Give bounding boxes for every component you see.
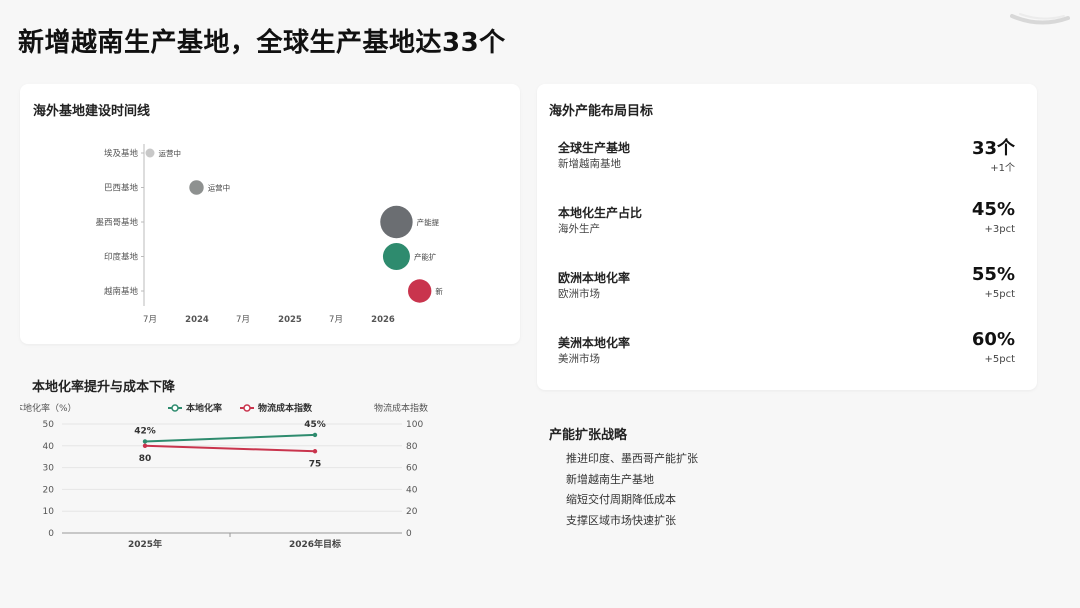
timeline-row-label: 巴西基地 [104, 183, 139, 194]
metric-label: 欧洲本地化率 [558, 271, 631, 285]
y-left-tick-label: 0 [48, 529, 54, 539]
timeline-chart: 埃及基地巴西基地墨西哥基地印度基地越南基地 7月 2024 7月 2025 7月 2026 运… [95, 144, 443, 325]
metric-value: 60% [971, 329, 1015, 350]
timeline-bubble-label: 运营中 [208, 183, 231, 193]
metric-sub: 美洲市场 [558, 353, 600, 365]
corner-decoration [1010, 13, 1070, 25]
timeline-bubble-label: 运营中 [159, 148, 182, 158]
timeline-bubble [189, 180, 204, 195]
timeline-bubble-label: 产能扩 [414, 252, 437, 262]
data-point [312, 449, 318, 454]
y-left-tick-label: 40 [43, 442, 55, 452]
y-right-tick-label: 40 [406, 485, 418, 495]
y-axis-right-label: 物流成本指数 [374, 402, 428, 414]
metric-label: 美洲本地化率 [558, 336, 631, 350]
y-right-tick-label: 0 [406, 529, 412, 539]
legend-marker [171, 404, 179, 412]
timeline-bubble [380, 205, 413, 239]
data-label: 45% [304, 420, 326, 430]
metric-value: 55% [971, 264, 1015, 285]
timeline-bubble-label: 产能提 [417, 217, 440, 227]
data-label: 75 [309, 459, 322, 469]
y-left-tick-label: 10 [43, 507, 55, 517]
strategy-item: 支撑区域市场快速扩张 [566, 514, 676, 527]
series-line [144, 433, 316, 443]
strategy-title: 产能扩张战略 [549, 428, 628, 443]
metric-change: +5pct [984, 354, 1015, 365]
timeline-bubble [382, 243, 410, 270]
page-title: 新增越南生产基地，全球生产基地达33个 [18, 28, 506, 58]
y-axis-left-label: 本地化率（%） [20, 402, 77, 414]
metric-label: 全球生产基地 [558, 141, 631, 155]
x-tick-label: 2025年 [128, 538, 162, 550]
timeline-card: 海外基地建设时间线 埃及基地 巴西基地 墨西哥基地 印度基地 越南基地 7月 2024 7月 2… [20, 84, 520, 344]
metric-value: 33个 [971, 138, 1015, 159]
timeline-bubble [145, 148, 155, 158]
line-chart: 本地化率（%） 物流成本指数 0 10 20 30 40 50 0 20 40 60 80 100 2025… [20, 402, 428, 550]
metric-change: +5pct [984, 289, 1015, 300]
timeline-row-label: 墨西哥基地 [95, 217, 138, 228]
strategy-item: 推进印度、墨西哥产能扩张 [566, 452, 698, 465]
data-label: 42% [134, 426, 156, 436]
series-line [144, 444, 316, 453]
data-label: 80 [139, 454, 152, 464]
y-right-tick-label: 60 [406, 464, 418, 474]
y-right-tick-label: 80 [406, 442, 418, 452]
timeline-x-tick-label: 7月 [329, 315, 343, 325]
metric-change: +3pct [984, 224, 1015, 235]
metric-change: +1个 [990, 163, 1015, 174]
data-point [312, 432, 318, 438]
data-point [142, 439, 148, 444]
timeline-x-tick-label: 7月 [236, 315, 250, 325]
metric-sub: 海外生产 [558, 223, 600, 235]
timeline-row-label: 越南基地 [104, 286, 139, 297]
capacity-card: 海外产能布局目标 全球生产基地 新增越南基地 33个 +1个 本地化生产占比 海… [537, 84, 1037, 390]
y-right-tick-label: 100 [406, 420, 423, 430]
x-tick-label: 2026年目标 [289, 538, 341, 550]
data-point [142, 443, 148, 448]
y-left-tick-label: 50 [43, 420, 55, 430]
legend-label: 物流成本指数 [258, 402, 313, 414]
timeline-x-tick-label: 7月 [143, 315, 157, 325]
strategy-item: 新增越南生产基地 [566, 473, 654, 486]
timeline-row-label: 印度基地 [104, 252, 139, 263]
timeline-x-tick-label: 2024 [185, 315, 209, 325]
timeline-bubble-label: 新 [435, 286, 443, 296]
metric-local-production: 本地化生产占比 海外生产 45% +3pct [549, 191, 1025, 241]
y-left-tick-label: 30 [43, 464, 55, 474]
timeline-row-label: 埃及基地 [104, 148, 139, 159]
line-chart-title: 本地化率提升与成本下降 [32, 380, 176, 395]
metric-europe-localization: 欧洲本地化率 欧洲市场 55% +5pct [549, 256, 1025, 306]
metric-america-localization: 美洲本地化率 美洲市场 60% +5pct [549, 321, 1025, 371]
capacity-title: 海外产能布局目标 [549, 104, 654, 119]
metric-value: 45% [971, 199, 1015, 220]
timeline-bubble [408, 279, 432, 303]
y-right-tick-label: 20 [406, 507, 418, 517]
timeline-x-tick-label: 2025 [278, 315, 302, 325]
strategy-item: 缩短交付周期降低成本 [566, 493, 676, 506]
legend-label: 本地化率 [186, 402, 222, 414]
legend-marker [243, 404, 251, 412]
y-left-tick-label: 20 [43, 485, 55, 495]
metric-label: 本地化生产占比 [558, 206, 643, 220]
metric-sub: 欧洲市场 [558, 288, 600, 300]
timeline-x-tick-label: 2026 [371, 315, 395, 325]
metric-sub: 新增越南基地 [558, 158, 621, 170]
metric-global-bases: 全球生产基地 新增越南基地 33个 +1个 [549, 126, 1025, 176]
